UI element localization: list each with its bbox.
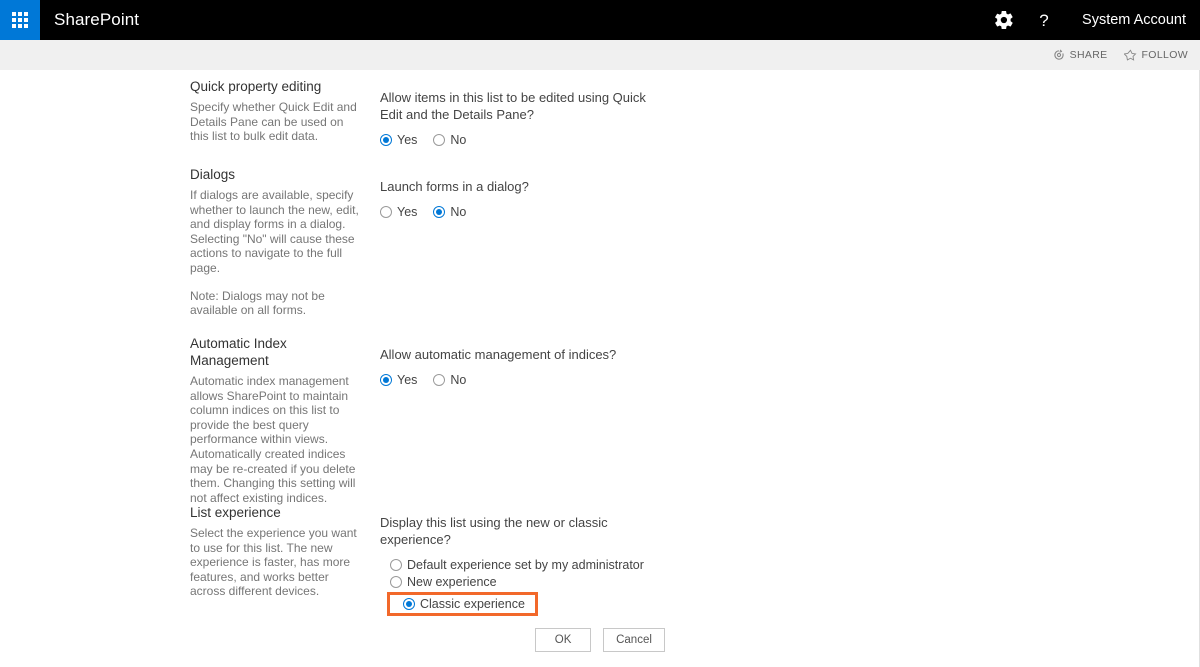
radio-option-yes[interactable]: Yes bbox=[380, 132, 417, 148]
ok-button[interactable]: OK bbox=[535, 628, 592, 652]
setting-description: Automatic index management allows ShareP… bbox=[190, 374, 356, 505]
classic-experience-highlight: Classic experience bbox=[387, 592, 538, 616]
suite-bar: SharePoint ? System Account bbox=[0, 0, 1200, 40]
setting-control-block: Launch forms in a dialog? Yes No bbox=[380, 178, 1200, 318]
cancel-button[interactable]: Cancel bbox=[603, 628, 665, 652]
setting-row-list-experience: List experience Select the experience yo… bbox=[0, 504, 1200, 616]
setting-control-block: Allow automatic management of indices? Y… bbox=[380, 346, 1200, 505]
quick-property-editing-radio-group[interactable]: Yes No bbox=[380, 132, 1200, 148]
app-launcher-waffle-icon bbox=[12, 12, 28, 28]
command-band: SHARE FOLLOW bbox=[0, 40, 1200, 70]
radio-label: Classic experience bbox=[420, 597, 525, 611]
share-icon bbox=[1053, 49, 1070, 61]
radio-label: No bbox=[450, 133, 467, 147]
gear-icon bbox=[995, 11, 1013, 29]
suite-bar-actions: ? System Account bbox=[984, 0, 1200, 40]
form-action-buttons: OK Cancel bbox=[0, 628, 1200, 652]
radio-option-yes[interactable]: Yes bbox=[380, 204, 417, 220]
setting-question: Allow automatic management of indices? bbox=[380, 347, 617, 362]
follow-label: FOLLOW bbox=[1141, 49, 1188, 61]
star-icon bbox=[1123, 48, 1142, 62]
radio-option-new-experience[interactable]: New experience bbox=[390, 574, 1200, 590]
settings-button[interactable] bbox=[984, 0, 1024, 40]
radio-mark bbox=[390, 559, 402, 571]
radio-option-classic-experience[interactable]: Classic experience bbox=[403, 596, 525, 612]
radio-label: Yes bbox=[397, 205, 418, 219]
radio-option-yes[interactable]: Yes bbox=[380, 372, 417, 388]
setting-row-quick-property-editing: Quick property editing Specify whether Q… bbox=[0, 78, 1200, 148]
radio-mark bbox=[433, 374, 446, 386]
help-button[interactable]: ? bbox=[1024, 0, 1064, 40]
setting-control-block: Allow items in this list to be edited us… bbox=[380, 89, 1200, 148]
setting-description-block: Automatic Index Management Automatic ind… bbox=[190, 335, 380, 505]
setting-description-block: Quick property editing Specify whether Q… bbox=[190, 78, 380, 148]
radio-mark bbox=[380, 134, 392, 146]
list-experience-radio-group[interactable]: Default experience set by my administrat… bbox=[380, 557, 1200, 616]
share-button[interactable]: SHARE bbox=[1053, 49, 1108, 61]
radio-mark bbox=[380, 206, 392, 218]
radio-mark bbox=[403, 598, 415, 610]
setting-description-block: Dialogs If dialogs are available, specif… bbox=[190, 166, 380, 318]
radio-label: New experience bbox=[407, 575, 497, 589]
radio-label: Yes bbox=[397, 373, 418, 387]
follow-button[interactable]: FOLLOW bbox=[1123, 48, 1188, 62]
setting-description-block: List experience Select the experience yo… bbox=[190, 504, 380, 616]
setting-description: If dialogs are available, specify whethe… bbox=[190, 188, 359, 275]
setting-question: Display this list using the new or class… bbox=[380, 515, 608, 547]
user-account-menu[interactable]: System Account bbox=[1064, 12, 1200, 28]
list-settings-page: Quick property editing Specify whether Q… bbox=[0, 70, 1200, 667]
share-label: SHARE bbox=[1069, 49, 1108, 61]
radio-label: No bbox=[450, 205, 467, 219]
radio-option-no[interactable]: No bbox=[433, 204, 466, 220]
setting-question: Launch forms in a dialog? bbox=[380, 179, 529, 194]
radio-mark bbox=[380, 374, 392, 386]
radio-label: Yes bbox=[397, 133, 418, 147]
setting-note: Note: Dialogs may not be available on al… bbox=[190, 288, 325, 318]
setting-description: Select the experience you want to use fo… bbox=[190, 526, 357, 599]
svg-text:?: ? bbox=[1039, 11, 1048, 30]
radio-mark bbox=[433, 206, 446, 218]
dialogs-radio-group[interactable]: Yes No bbox=[380, 204, 1200, 220]
radio-label: Default experience set by my administrat… bbox=[407, 558, 644, 572]
radio-option-default-experience[interactable]: Default experience set by my administrat… bbox=[390, 557, 1200, 573]
setting-title: Quick property editing bbox=[190, 79, 322, 94]
radio-mark bbox=[433, 134, 446, 146]
automatic-index-management-radio-group[interactable]: Yes No bbox=[380, 372, 1200, 388]
question-mark-icon: ? bbox=[1035, 10, 1053, 30]
setting-description: Specify whether Quick Edit and Details P… bbox=[190, 100, 357, 144]
share-follow-group: SHARE FOLLOW bbox=[1037, 48, 1200, 62]
setting-row-automatic-index-management: Automatic Index Management Automatic ind… bbox=[0, 335, 1200, 505]
setting-title: Dialogs bbox=[190, 167, 236, 182]
sharepoint-brand-link[interactable]: SharePoint bbox=[54, 10, 139, 30]
setting-question: Allow items in this list to be edited us… bbox=[380, 90, 646, 122]
radio-label: No bbox=[450, 373, 467, 387]
radio-mark bbox=[390, 576, 402, 588]
setting-title: Automatic Index Management bbox=[190, 336, 287, 368]
radio-option-no[interactable]: No bbox=[433, 372, 466, 388]
app-launcher-button[interactable] bbox=[0, 0, 40, 40]
setting-control-block: Display this list using the new or class… bbox=[380, 514, 1200, 616]
radio-option-no[interactable]: No bbox=[433, 132, 466, 148]
setting-row-dialogs: Dialogs If dialogs are available, specif… bbox=[0, 166, 1200, 318]
setting-title: List experience bbox=[190, 505, 281, 520]
